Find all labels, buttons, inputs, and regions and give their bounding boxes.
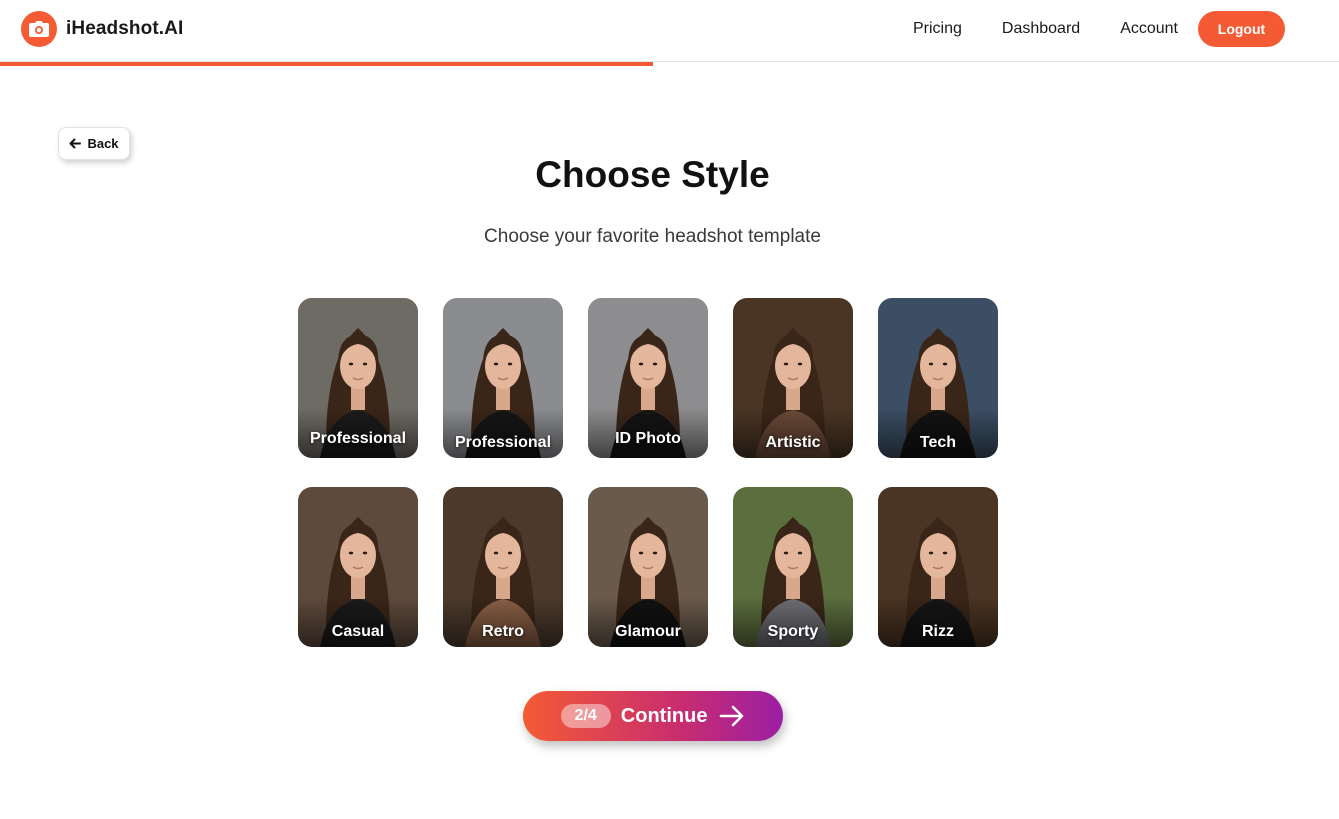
arrow-left-icon — [69, 138, 82, 149]
style-grid: Professional Professional ID Photo Artistic… — [298, 298, 998, 647]
continue-button[interactable]: 2/4 Continue — [523, 691, 783, 741]
brand[interactable]: iHeadshot.AI — [21, 11, 183, 47]
nav-pricing[interactable]: Pricing — [913, 11, 962, 47]
nav-dashboard[interactable]: Dashboard — [1002, 11, 1080, 47]
camera-icon — [21, 11, 57, 47]
style-card[interactable]: ID Photo — [588, 298, 708, 458]
step-badge: 2/4 — [560, 704, 611, 728]
style-card[interactable]: Casual — [298, 487, 418, 647]
style-label: ID Photo — [615, 430, 681, 447]
logout-button[interactable]: Logout — [1198, 11, 1285, 47]
arrow-right-icon — [719, 705, 745, 727]
style-label: Tech — [919, 434, 957, 451]
style-card[interactable]: Tech — [878, 298, 998, 458]
nav-account[interactable]: Account — [1120, 11, 1178, 47]
style-card[interactable]: Professional — [443, 298, 563, 458]
style-label: Rizz — [922, 623, 954, 640]
brand-name: iHeadshot.AI — [66, 18, 184, 39]
continue-label: Continue — [620, 704, 708, 727]
style-label: Professional — [309, 430, 407, 447]
style-card[interactable]: Glamour — [588, 487, 708, 647]
style-label: Sporty — [767, 623, 819, 640]
page-title: Choose Style — [535, 154, 770, 195]
app-header: iHeadshot.AI Pricing Dashboard Account L… — [0, 0, 1339, 62]
style-card[interactable]: Retro — [443, 487, 563, 647]
page-subtitle: Choose your favorite headshot template — [484, 226, 821, 247]
style-card[interactable]: Sporty — [733, 487, 853, 647]
style-label: Professional — [454, 434, 552, 451]
back-label: Back — [87, 136, 119, 151]
style-label: Artistic — [765, 434, 821, 451]
style-card[interactable]: Rizz — [878, 487, 998, 647]
style-label: Casual — [331, 623, 385, 640]
style-label: Retro — [482, 623, 524, 640]
progress-bar — [0, 62, 1339, 66]
style-card[interactable]: Professional — [298, 298, 418, 458]
top-nav: Pricing Dashboard Account Logout — [913, 11, 1285, 47]
style-card[interactable]: Artistic — [733, 298, 853, 458]
style-label: Glamour — [615, 623, 681, 640]
progress-fill — [0, 62, 653, 66]
